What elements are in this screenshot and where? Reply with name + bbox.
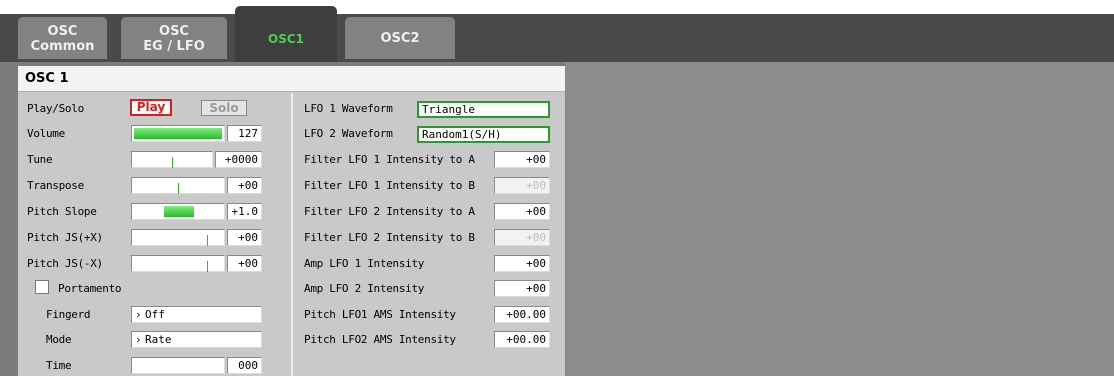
tab-label: EG / LFO — [143, 39, 205, 54]
tab-osc-common[interactable]: OSC Common — [18, 17, 107, 59]
volume-fill — [134, 128, 222, 139]
fingerd-select[interactable]: › Off — [131, 306, 262, 323]
pitch-slope-fill — [164, 206, 194, 217]
amp-lfo1-value[interactable]: +00 — [494, 255, 550, 272]
pitch-js-plus-x-slider[interactable] — [131, 229, 225, 246]
tune-label: Tune — [27, 153, 53, 166]
column-divider — [291, 93, 293, 376]
filter-lfo2-a-value[interactable]: +00 — [494, 203, 550, 220]
transpose-indicator — [178, 183, 179, 194]
pitch-lfo2-ams-label: Pitch LFO2 AMS Intensity — [304, 333, 456, 346]
tab-label: OSC1 — [268, 32, 304, 46]
filter-lfo1-a-value[interactable]: +00 — [494, 151, 550, 168]
filter-lfo2-a-label: Filter LFO 2 Intensity to A — [304, 205, 475, 218]
lfo1-waveform-label: LFO 1 Waveform — [304, 102, 393, 115]
portamento-label: Portamento — [58, 282, 122, 295]
tab-osc-eg-lfo[interactable]: OSC EG / LFO — [121, 17, 227, 59]
chevron-right-icon: › — [135, 333, 142, 346]
volume-slider[interactable] — [131, 125, 225, 142]
tab-label: OSC — [47, 24, 78, 39]
panel-header: OSC 1 — [18, 66, 565, 92]
pitch-lfo1-ams-label: Pitch LFO1 AMS Intensity — [304, 308, 456, 321]
mode-value: Rate — [145, 333, 172, 346]
lfo2-waveform-label: LFO 2 Waveform — [304, 127, 393, 140]
mode-label: Mode — [46, 333, 72, 346]
filter-lfo1-b-label: Filter LFO 1 Intensity to B — [304, 179, 475, 192]
amp-lfo2-label: Amp LFO 2 Intensity — [304, 282, 425, 295]
tab-osc1[interactable]: OSC1 — [235, 6, 337, 64]
lfo1-waveform-select[interactable]: Triangle — [417, 101, 550, 118]
pitch-slope-label: Pitch Slope — [27, 205, 97, 218]
panel-title: OSC 1 — [25, 71, 69, 86]
pitch-slope-slider[interactable] — [131, 203, 225, 220]
play-solo-label: Play/Solo — [27, 102, 84, 115]
transpose-label: Transpose — [27, 179, 84, 192]
solo-button[interactable]: Solo — [201, 100, 247, 116]
tab-label: OSC2 — [380, 31, 420, 46]
transpose-slider[interactable] — [131, 177, 225, 194]
portamento-checkbox[interactable] — [35, 280, 49, 294]
transpose-value[interactable]: +00 — [227, 177, 262, 194]
tune-slider[interactable] — [131, 151, 213, 168]
volume-value[interactable]: 127 — [227, 125, 262, 142]
pitch-slope-value[interactable]: +1.0 — [227, 203, 262, 220]
play-button[interactable]: Play — [130, 99, 172, 116]
pitch-js-minus-x-value[interactable]: +00 — [227, 255, 262, 272]
filter-lfo1-a-label: Filter LFO 1 Intensity to A — [304, 153, 475, 166]
tune-indicator — [172, 157, 173, 168]
amp-lfo2-value[interactable]: +00 — [494, 280, 550, 297]
mode-select[interactable]: › Rate — [131, 331, 262, 348]
pitch-js-plus-x-label: Pitch JS(+X) — [27, 231, 103, 244]
tab-osc2[interactable]: OSC2 — [345, 17, 455, 59]
pitch-js-plus-x-indicator — [207, 235, 208, 246]
fingerd-label: Fingerd — [46, 308, 91, 321]
empty-area — [565, 62, 1114, 376]
osc1-panel: OSC 1 Play/Solo Play Solo Volume 127 Tun… — [18, 66, 565, 376]
time-value[interactable]: 000 — [227, 357, 262, 374]
pitch-lfo2-ams-value[interactable]: +00.00 — [494, 331, 550, 348]
chevron-right-icon: › — [135, 308, 142, 321]
time-label: Time — [46, 359, 72, 372]
amp-lfo1-label: Amp LFO 1 Intensity — [304, 257, 425, 270]
tab-label: OSC — [159, 24, 189, 39]
time-slider[interactable] — [131, 357, 225, 374]
pitch-js-minus-x-indicator — [207, 261, 208, 272]
pitch-lfo1-ams-value[interactable]: +00.00 — [494, 306, 550, 323]
filter-lfo2-b-value: +00 — [494, 229, 550, 246]
lfo2-waveform-select[interactable]: Random1(S/H) — [417, 126, 550, 143]
tab-bar: OSC Common OSC EG / LFO OSC1 OSC2 — [0, 6, 1114, 64]
filter-lfo1-b-value: +00 — [494, 177, 550, 194]
filter-lfo2-b-label: Filter LFO 2 Intensity to B — [304, 231, 475, 244]
tab-label: Common — [30, 39, 95, 54]
fingerd-value: Off — [145, 308, 165, 321]
volume-label: Volume — [27, 127, 65, 140]
tune-value[interactable]: +0000 — [215, 151, 262, 168]
pitch-js-plus-x-value[interactable]: +00 — [227, 229, 262, 246]
pitch-js-minus-x-slider[interactable] — [131, 255, 225, 272]
pitch-js-minus-x-label: Pitch JS(-X) — [27, 257, 103, 270]
